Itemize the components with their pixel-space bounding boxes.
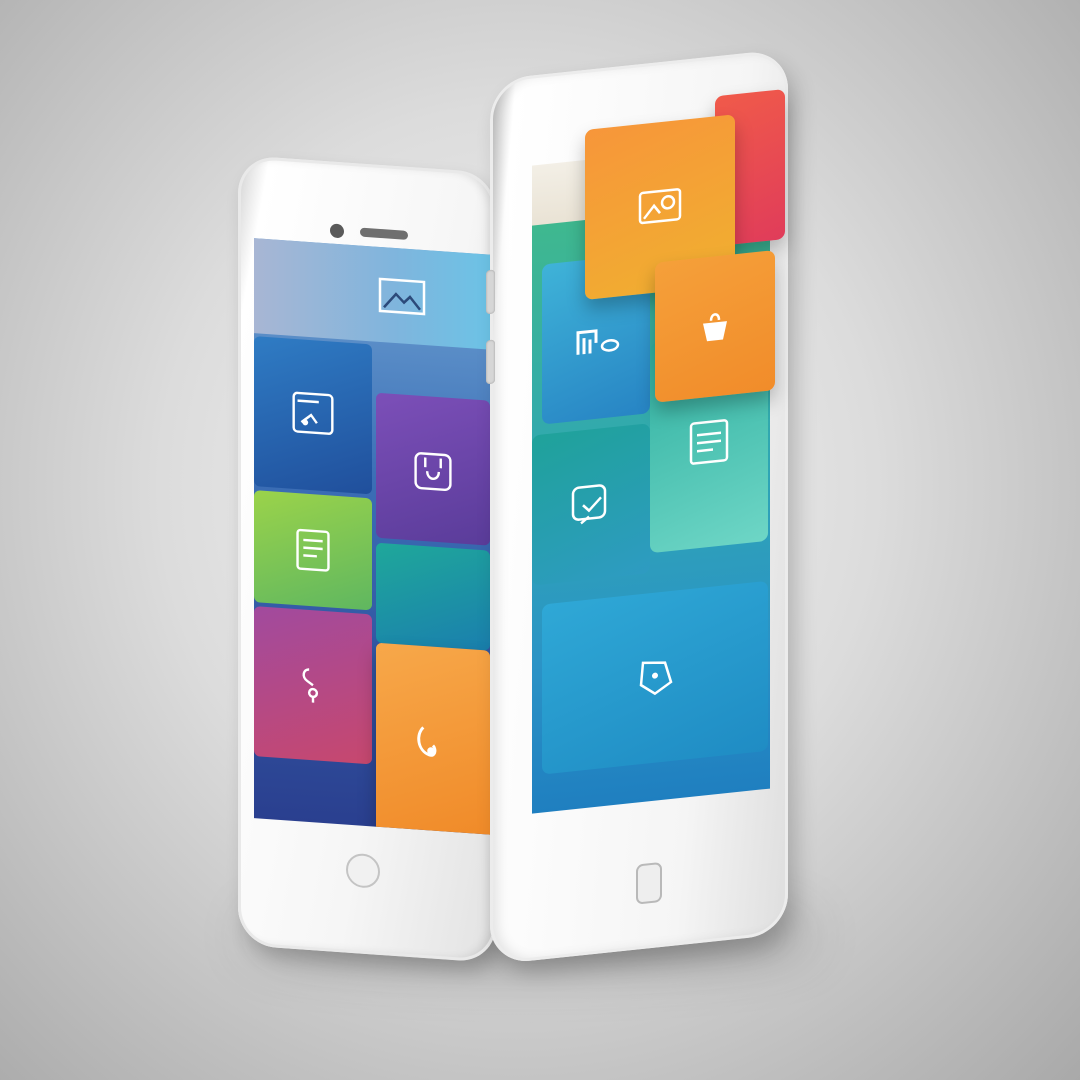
music-note-icon	[302, 668, 319, 703]
chat-lines-icon	[689, 419, 729, 465]
shopping-bag-icon	[414, 451, 452, 491]
tile-notes-icon[interactable]	[254, 490, 372, 611]
tile-tag-icon[interactable]	[542, 580, 768, 775]
scene	[0, 0, 1080, 1080]
picture-icon	[378, 277, 426, 316]
headphones-icon	[417, 726, 437, 757]
share-icon	[571, 484, 607, 525]
notes-list-icon	[296, 528, 330, 572]
tile-document-icon[interactable]	[254, 336, 372, 495]
tile-music-icon[interactable]	[254, 606, 372, 765]
camera-hand-icon	[576, 329, 620, 355]
left-phone	[238, 155, 496, 964]
tile-teal[interactable]	[376, 542, 490, 651]
tile-share-icon[interactable]	[532, 423, 650, 586]
tile-bag-icon[interactable]	[655, 250, 775, 403]
home-button[interactable]	[636, 861, 662, 905]
left-phone-screen	[254, 238, 490, 835]
tile-headphones-icon[interactable]	[376, 642, 490, 835]
home-button[interactable]	[346, 852, 380, 889]
screen-banner	[254, 238, 490, 350]
earpiece-speaker	[360, 227, 408, 240]
volume-down-button[interactable]	[486, 339, 495, 385]
tag-icon	[639, 661, 673, 696]
right-phone	[486, 48, 788, 965]
front-camera	[330, 223, 344, 239]
volume-up-button[interactable]	[486, 269, 495, 315]
photo-icon	[638, 188, 682, 225]
bag-icon	[703, 313, 727, 342]
tile-bag-icon[interactable]	[376, 392, 490, 546]
document-hand-icon	[292, 391, 334, 435]
